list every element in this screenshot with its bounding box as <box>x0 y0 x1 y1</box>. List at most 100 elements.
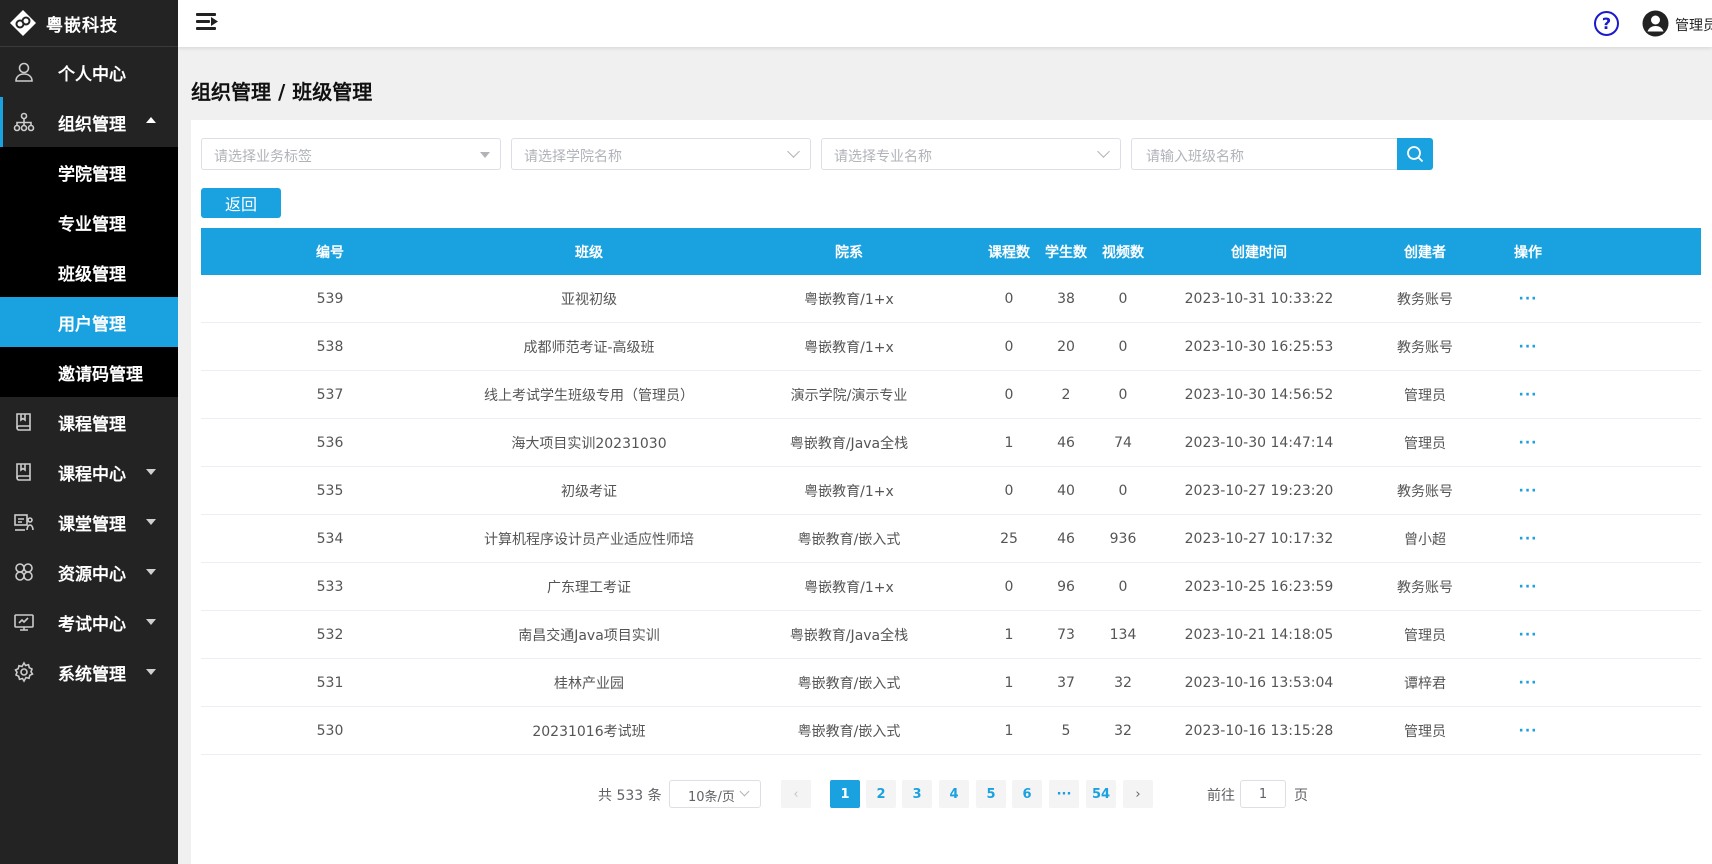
cell-video-count: 0 <box>1118 386 1128 403</box>
sidebar-item-invite-code-management[interactable]: 邀请码管理 <box>0 347 178 397</box>
sidebar-item-user-management[interactable]: 用户管理 <box>0 297 178 347</box>
goto-page-input[interactable]: 1 <box>1240 780 1286 808</box>
sidebar-item-course-center[interactable]: 课程中心 <box>0 447 178 497</box>
more-actions-button[interactable]: ··· <box>1485 419 1571 466</box>
tag-select-placeholder: 请选择业务标签 <box>214 149 312 165</box>
caret-down-icon <box>480 152 490 158</box>
cell-creator: 教务账号 <box>1397 339 1453 356</box>
page-button[interactable]: 3 <box>902 780 932 808</box>
cell-creator: 管理员 <box>1404 723 1446 740</box>
page-button[interactable]: 54 <box>1086 780 1116 808</box>
sidebar-item-label: 系统管理 <box>58 664 126 685</box>
org-tree-icon <box>12 110 36 134</box>
sidebar-item-system-management[interactable]: 系统管理 <box>0 647 178 697</box>
page-button[interactable]: 1 <box>830 780 860 808</box>
cell-created-time: 2023-10-16 13:15:28 <box>1184 722 1334 739</box>
more-actions-button[interactable]: ··· <box>1485 323 1571 370</box>
more-actions-button[interactable]: ··· <box>1485 371 1571 418</box>
page-button[interactable]: 2 <box>866 780 896 808</box>
page-button[interactable]: 6 <box>1012 780 1042 808</box>
more-actions-button[interactable]: ··· <box>1485 275 1571 322</box>
next-page-button[interactable]: › <box>1123 780 1153 808</box>
chevron-down-icon <box>1097 145 1110 158</box>
table-row: 533 广东理工考证 粤嵌教育/1+x 0 96 0 2023-10-25 16:23:59… <box>201 563 1701 611</box>
cell-class-name: 海大项目实训20231030 <box>511 435 667 452</box>
more-actions-button[interactable]: ··· <box>1485 707 1571 754</box>
sidebar-item-class-management[interactable]: 班级管理 <box>0 247 178 297</box>
cell-id: 532 <box>316 626 344 643</box>
sidebar: 粤嵌科技 个人中心 组织管理 学院管理 专业管理 班级管理 用户管理 邀请码管理… <box>0 0 178 864</box>
cell-course-count: 1 <box>1004 434 1014 451</box>
cell-id: 536 <box>316 434 344 451</box>
book-icon <box>12 410 36 434</box>
cell-class-name: 计算机程序设计员产业适应性师培 <box>484 531 694 548</box>
more-actions-button[interactable]: ··· <box>1485 467 1571 514</box>
more-actions-button[interactable]: ··· <box>1485 611 1571 658</box>
table-row: 530 20231016考试班 粤嵌教育/嵌入式 1 5 32 2023-10-16 13:… <box>201 707 1701 755</box>
page-button[interactable]: 4 <box>939 780 969 808</box>
cell-created-time: 2023-10-25 16:23:59 <box>1184 578 1334 595</box>
user-name[interactable]: 管理员 <box>1675 15 1712 35</box>
sidebar-item-course-management[interactable]: 课程管理 <box>0 397 178 447</box>
brand-name: 粤嵌科技 <box>46 15 118 36</box>
cell-student-count: 2 <box>1061 386 1071 403</box>
search-button[interactable] <box>1397 138 1433 170</box>
cell-course-count: 1 <box>1004 722 1014 739</box>
table-row: 539 亚视初级 粤嵌教育/1+x 0 38 0 2023-10-31 10:33:22 教务… <box>201 275 1701 323</box>
cell-student-count: 38 <box>1057 290 1075 307</box>
menu-collapse-icon[interactable] <box>196 12 218 32</box>
cell-created-time: 2023-10-30 16:25:53 <box>1184 338 1334 355</box>
column-header-department: 院系 <box>835 244 863 261</box>
main-card: 请选择业务标签 请选择学院名称 请选择专业名称 请输入班级名称 返回 编号 班级… <box>191 120 1712 864</box>
cell-department: 粤嵌教育/1+x <box>804 291 894 308</box>
class-name-input[interactable]: 请输入班级名称 <box>1131 138 1397 170</box>
user-avatar-icon[interactable] <box>1642 10 1669 37</box>
sidebar-item-college-management[interactable]: 学院管理 <box>0 147 178 197</box>
cell-created-time: 2023-10-16 13:53:04 <box>1184 674 1334 691</box>
cell-video-count: 74 <box>1114 434 1132 451</box>
cell-creator: 谭梓君 <box>1404 675 1446 692</box>
cell-department: 粤嵌教育/1+x <box>804 579 894 596</box>
college-select[interactable]: 请选择学院名称 <box>511 138 811 170</box>
cell-course-count: 25 <box>1000 530 1018 547</box>
class-table: 编号 班级 院系 课程数 学生数 视频数 创建时间 创建者 操作 539 亚视初级… <box>201 228 1701 755</box>
top-header: ? 管理员 <box>178 0 1712 47</box>
cell-department: 粤嵌教育/Java全栈 <box>789 627 909 644</box>
chevron-down-icon <box>146 469 156 475</box>
cell-video-count: 0 <box>1118 578 1128 595</box>
column-header-course-count: 课程数 <box>988 244 1030 261</box>
cell-department: 粤嵌教育/嵌入式 <box>797 723 901 740</box>
column-header-video-count: 视频数 <box>1102 244 1144 261</box>
tag-select[interactable]: 请选择业务标签 <box>201 138 501 170</box>
page-button[interactable]: 5 <box>976 780 1006 808</box>
prev-page-button[interactable]: ‹ <box>781 780 811 808</box>
more-actions-button[interactable]: ··· <box>1485 515 1571 562</box>
more-actions-button[interactable]: ··· <box>1485 659 1571 706</box>
sidebar-item-exam-center[interactable]: 考试中心 <box>0 597 178 647</box>
table-row: 538 成都师范考证-高级班 粤嵌教育/1+x 0 20 0 2023-10-30 16:2… <box>201 323 1701 371</box>
page-ellipsis-button[interactable]: ··· <box>1049 780 1079 808</box>
cell-video-count: 0 <box>1118 290 1128 307</box>
chevron-down-icon <box>146 569 156 575</box>
cell-created-time: 2023-10-30 14:47:14 <box>1184 434 1334 451</box>
more-actions-button[interactable]: ··· <box>1485 563 1571 610</box>
cell-student-count: 73 <box>1057 626 1075 643</box>
cell-class-name: 亚视初级 <box>561 291 617 308</box>
major-select[interactable]: 请选择专业名称 <box>821 138 1121 170</box>
column-header-id: 编号 <box>316 244 344 261</box>
sidebar-item-major-management[interactable]: 专业管理 <box>0 197 178 247</box>
goto-suffix: 页 <box>1294 788 1308 804</box>
sidebar-item-classroom-management[interactable]: 课堂管理 <box>0 497 178 547</box>
help-icon[interactable]: ? <box>1594 11 1619 36</box>
cell-video-count: 134 <box>1109 626 1137 643</box>
table-row: 532 南昌交通Java项目实训 粤嵌教育/Java全栈 1 73 134 2023-10-… <box>201 611 1701 659</box>
column-header-creator: 创建者 <box>1404 244 1446 261</box>
back-button[interactable]: 返回 <box>201 188 281 218</box>
page-size-select[interactable]: 10条/页 <box>669 780 761 808</box>
cell-student-count: 40 <box>1057 482 1075 499</box>
cell-video-count: 32 <box>1114 722 1132 739</box>
sidebar-item-resource-center[interactable]: 资源中心 <box>0 547 178 597</box>
sidebar-item-profile[interactable]: 个人中心 <box>0 47 178 97</box>
column-header-action: 操作 <box>1514 244 1542 261</box>
sidebar-item-organization[interactable]: 组织管理 <box>0 97 178 147</box>
